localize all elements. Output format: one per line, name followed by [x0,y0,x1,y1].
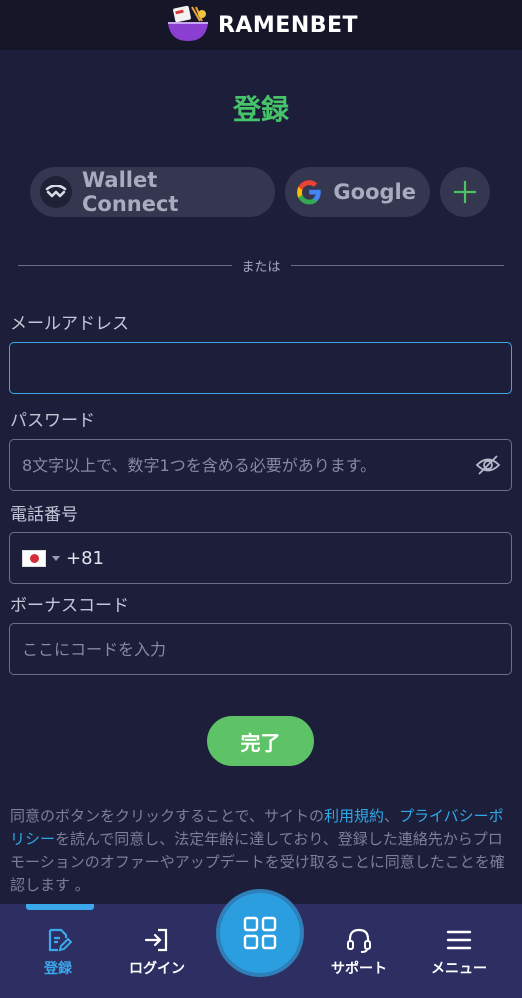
brand-name: RAMENBET [217,12,359,38]
google-login-button[interactable]: Google [285,167,430,217]
phone-prefix: +81 [66,547,104,569]
japan-flag-icon [22,549,46,567]
hamburger-menu-icon [446,930,472,950]
password-input[interactable] [22,455,499,475]
login-arrow-icon [144,928,168,952]
nav-login-label: ログイン [129,961,185,977]
nav-menu-label: メニュー [431,961,487,977]
brand-logo[interactable]: RAMENBET [164,5,358,45]
email-label: メールアドレス [10,314,129,334]
divider-text: または [241,259,281,275]
terms-part1: 同意のボタンをクリックすることで、サイトの [10,807,324,825]
wallet-connect-label: Wallet Connect [82,168,179,216]
email-field[interactable] [9,342,512,394]
grid-icon [243,916,277,950]
bonus-code-input[interactable] [22,639,499,659]
nav-support[interactable]: サポート [331,926,387,978]
bonus-code-label: ボーナスコード [10,596,129,616]
wallet-connect-icon [40,176,72,208]
page-title: 登録 [232,93,289,126]
headset-icon [347,928,371,953]
complete-button[interactable]: 完了 [207,716,314,766]
terms-part2: を読んで同意し、法定年齢に達しており、登録した連絡先からプロモーションのオファー… [10,830,505,894]
chevron-down-icon [52,555,60,561]
terms-text: 同意のボタンをクリックすることで、サイトの利用規約、プライバシーポリシーを読んで… [10,805,515,897]
top-bar: RAMENBET [0,0,522,50]
nav-menu[interactable]: メニュー [431,926,487,978]
nav-support-label: サポート [331,961,387,977]
country-selector[interactable]: +81 [22,548,104,569]
terms-of-use-link[interactable]: 利用規約 [324,807,384,825]
active-tab-indicator [26,904,94,910]
ramen-bowl-icon [167,5,208,41]
more-options-button[interactable] [440,167,490,217]
google-icon [297,180,321,205]
password-label: パスワード [10,411,95,431]
wallet-connect-button[interactable]: Wallet Connect [30,167,275,217]
nav-login[interactable]: ログイン [129,926,185,978]
phone-field[interactable]: +81 [9,532,512,584]
edit-document-icon [48,928,72,952]
email-input[interactable] [22,358,499,378]
phone-label: 電話番号 [10,505,78,525]
or-divider: または [18,255,505,275]
password-field[interactable] [9,439,512,491]
terms-separator: 、 [383,807,399,825]
eye-off-icon[interactable] [475,454,501,476]
divider-line-left [18,264,232,266]
social-login-row: Wallet Connect Google [30,167,490,217]
plus-icon [454,181,476,203]
games-grid-button[interactable] [220,893,300,973]
nav-register[interactable]: 登録 [44,926,72,978]
nav-register-label: 登録 [44,961,72,977]
divider-line-right [290,264,505,266]
bonus-code-field[interactable] [9,623,512,675]
google-label: Google [333,180,416,204]
